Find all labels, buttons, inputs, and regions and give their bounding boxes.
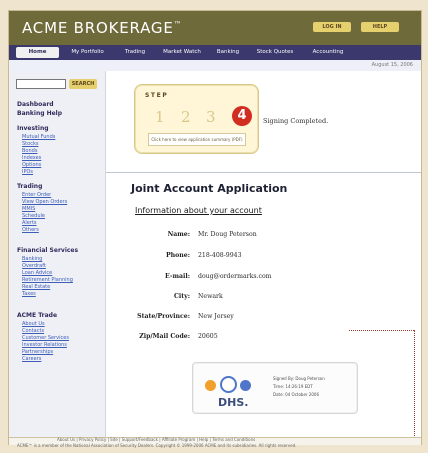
field-value-zip: 20605 [198, 333, 218, 340]
sidebar-item-banking[interactable]: Banking [22, 256, 42, 262]
step-progress-card: STEP 1 2 3 4 Click here to view applicat… [134, 84, 259, 154]
sidebar-item-alerts[interactable]: Alerts [22, 220, 37, 226]
search-button[interactable]: SEARCH [69, 79, 97, 89]
step-3: 3 [206, 108, 216, 126]
sidebar-item-contacts[interactable]: Contacts [22, 328, 44, 334]
field-value-email: doug@ordermarks.com [198, 273, 272, 280]
page-frame: ACME BROKERAGE™ LOG IN HELP Home My Port… [0, 0, 428, 453]
left-sidebar: SEARCH Dashboard Banking Help Investing … [9, 71, 106, 437]
sidebar-item-view-open-orders[interactable]: View Open Orders [22, 199, 67, 205]
sidebar-item-overdraft[interactable]: Overdraft [22, 263, 46, 269]
signed-by: Signed By: Doug Peterson [273, 376, 325, 381]
top-header: ACME BROKERAGE™ LOG IN HELP [9, 11, 421, 45]
main-content: STEP 1 2 3 4 Click here to view applicat… [106, 71, 421, 437]
sidebar-item-ipos[interactable]: IPOs [22, 169, 33, 175]
field-value-state: New Jersey [198, 313, 234, 320]
sidebar-item-real-estate[interactable]: Real Estate [22, 284, 50, 290]
signing-status: Signing Completed. [263, 117, 329, 125]
blue-dot-icon [240, 380, 251, 391]
step-label: STEP [145, 92, 169, 99]
sidebar-item-loan-advice[interactable]: Loan Advice [22, 270, 52, 276]
tab-my-portfolio[interactable]: My Portfolio [64, 47, 111, 58]
sidebar-item-mutual-funds[interactable]: Mutual Funds [22, 134, 55, 140]
tab-trading[interactable]: Trading [115, 47, 155, 58]
sidebar-item-bonds[interactable]: Bonds [22, 148, 37, 154]
connector-line-vertical [414, 330, 415, 444]
browser-page: ACME BROKERAGE™ LOG IN HELP Home My Port… [8, 10, 422, 448]
signature-time: Time: 14:26:19 EDT [273, 384, 313, 389]
field-value-phone: 218-408-9943 [198, 252, 242, 259]
section-heading: Information about your account [135, 206, 262, 215]
tab-banking[interactable]: Banking [209, 47, 247, 58]
sidebar-item-options[interactable]: Options [22, 162, 41, 168]
dhs-logo-icon [205, 375, 277, 395]
page-footer: About Us | Privacy Policy | Site | Suppo… [9, 437, 421, 448]
orange-dot-icon [205, 380, 216, 391]
sidebar-item-careers[interactable]: Careers [22, 356, 41, 362]
sidebar-item-indexes[interactable]: Indexes [22, 155, 41, 161]
sidebar-heading-dashboard[interactable]: Dashboard [17, 101, 54, 108]
signature-box: DHS. Signed By: Doug Peterson Time: 14:2… [192, 362, 358, 414]
footer-links[interactable]: About Us | Privacy Policy | Site | Suppo… [57, 437, 255, 442]
logo-text: ACME BROKERAGE [22, 19, 174, 37]
signature-date: Date: 04 October 2006 [273, 392, 319, 397]
sidebar-heading-financial-services: Financial Services [17, 247, 79, 254]
logo-trademark: ™ [173, 20, 183, 29]
step-4-active-badge: 4 [232, 106, 252, 126]
sidebar-item-taxes[interactable]: Taxes [22, 291, 36, 297]
field-label-name: Name: [167, 231, 190, 238]
content-divider [106, 172, 421, 173]
field-label-email: E-mail: [165, 273, 190, 280]
sidebar-heading-trading: Trading [17, 183, 43, 190]
sidebar-heading-acme-trade: ACME Trade [17, 312, 58, 319]
main-nav: Home My Portfolio Trading Market Watch B… [9, 45, 421, 60]
step-1: 1 [155, 108, 165, 126]
brand-logo: ACME BROKERAGE™ [22, 19, 182, 37]
sidebar-item-mmis[interactable]: MMIS [22, 206, 35, 212]
sidebar-item-retirement-planning[interactable]: Retirement Planning [22, 277, 73, 283]
footer-copyright: ACME™ is a member of the National Associ… [17, 443, 297, 448]
sidebar-item-enter-order[interactable]: Enter Order [22, 192, 51, 198]
sidebar-item-stocks[interactable]: Stocks [22, 141, 38, 147]
login-button[interactable]: LOG IN [313, 22, 351, 32]
field-value-city: Newark [198, 293, 223, 300]
field-label-zip: Zip/Mail Code: [139, 333, 190, 340]
sidebar-item-schedule[interactable]: Schedule [22, 213, 45, 219]
sidebar-item-investor-relations[interactable]: Investor Relations [22, 342, 67, 348]
logo-circle-icon [220, 376, 237, 393]
tab-market-watch[interactable]: Market Watch [159, 47, 205, 58]
signature-details: Signed By: Doug Peterson Time: 14:26:19 … [273, 375, 351, 399]
connector-line-horizontal [349, 330, 414, 331]
sidebar-item-others[interactable]: Others [22, 227, 39, 233]
step-2: 2 [181, 108, 191, 126]
tab-stock-quotes[interactable]: Stock Quotes [251, 47, 299, 58]
field-label-phone: Phone: [166, 252, 190, 259]
sidebar-item-customer-services[interactable]: Customer Services [22, 335, 69, 341]
current-date: August 15, 2006 [371, 62, 413, 68]
field-label-state: State/Province: [137, 313, 190, 320]
step-numbers: 1 2 3 4 [143, 106, 253, 132]
sidebar-heading-banking-help[interactable]: Banking Help [17, 110, 62, 117]
page-title: Joint Account Application [131, 182, 288, 195]
tab-home[interactable]: Home [16, 47, 59, 58]
sidebar-item-partnerships[interactable]: Partnerships [22, 349, 53, 355]
dhs-brand: DHS. [218, 396, 249, 409]
field-label-city: City: [173, 293, 190, 300]
help-button[interactable]: HELP [361, 22, 399, 32]
application-summary-link[interactable]: Click here to view application summary (… [148, 133, 246, 146]
search-input[interactable] [16, 79, 66, 89]
field-value-name: Mr. Doug Peterson [198, 231, 257, 238]
tab-accounting[interactable]: Accounting [303, 47, 353, 58]
sidebar-heading-investing: Investing [17, 125, 49, 132]
sidebar-search: SEARCH [16, 79, 99, 90]
sidebar-item-about-us[interactable]: About Us [22, 321, 45, 327]
